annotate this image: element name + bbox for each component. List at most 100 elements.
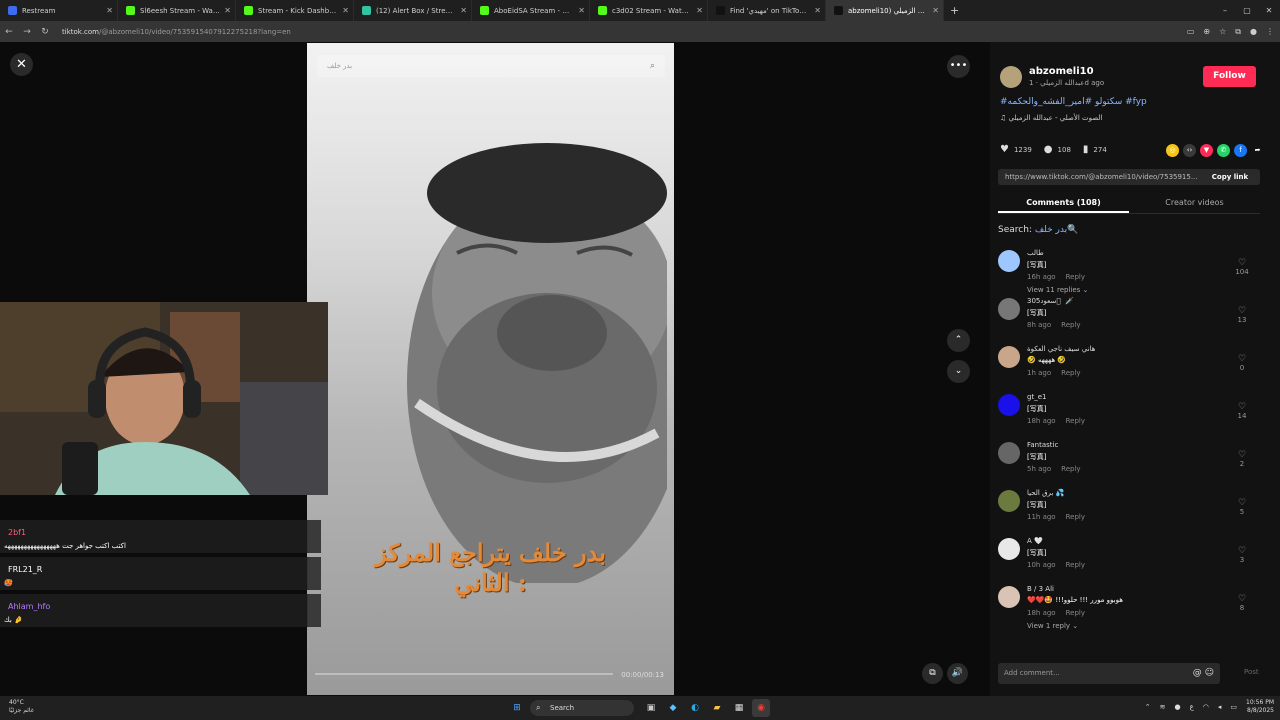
clock[interactable]: 10:56 PM 8/8/2025: [1246, 699, 1274, 715]
browser-tab[interactable]: Find 'ﻣﻬﻴﺪﻱ' on TikTok | TikTo ✕: [708, 0, 826, 21]
search-query-link[interactable]: بدر خلف: [1035, 225, 1067, 235]
tab-close-icon[interactable]: ✕: [814, 6, 821, 15]
music-line[interactable]: ♫ الصوت الأصلي - عبدالله الزميلي: [1000, 114, 1102, 122]
next-video-button[interactable]: ⌄: [947, 360, 970, 383]
browser-tab[interactable]: Sl6eesh Stream - Watch Live o ✕: [118, 0, 236, 21]
battery-icon[interactable]: ▭: [1230, 703, 1237, 711]
tray-chevron-icon[interactable]: ⌃: [1145, 703, 1151, 711]
wifi-icon[interactable]: ◠: [1203, 703, 1209, 711]
commenter-name[interactable]: B / 3 Ali: [1027, 585, 1054, 593]
commenter-avatar[interactable]: [998, 346, 1020, 368]
tab-close-icon[interactable]: ✕: [342, 6, 349, 15]
comment-like[interactable]: ♡ 8: [1232, 594, 1252, 612]
commenter-avatar[interactable]: [998, 586, 1020, 608]
browser-tab[interactable]: Restream ✕: [0, 0, 118, 21]
mention-emoji-icons[interactable]: @ ☺: [1193, 663, 1214, 684]
creator-avatar[interactable]: [1000, 66, 1022, 88]
previous-video-button[interactable]: ⌃: [947, 329, 970, 352]
copy-link-button[interactable]: Copy link: [1200, 169, 1260, 185]
commenter-name[interactable]: A 🤍: [1027, 537, 1043, 545]
comment-like[interactable]: ♡ 13: [1232, 306, 1252, 324]
video-link-field[interactable]: https://www.tiktok.com/@abzomeli10/video…: [998, 169, 1260, 185]
tab-creator-videos[interactable]: Creator videos: [1129, 194, 1260, 213]
file-explorer-icon[interactable]: ▰: [708, 699, 726, 717]
copilot-icon[interactable]: ◆: [664, 699, 682, 717]
mini-player-button[interactable]: ⧉: [922, 663, 943, 684]
reply-button[interactable]: Reply: [1066, 561, 1085, 569]
tab-comments[interactable]: Comments (108): [998, 194, 1129, 213]
comment-search-line[interactable]: Search: بدر خلف🔍: [998, 225, 1078, 235]
video-progress-bar[interactable]: [315, 673, 613, 675]
edge-icon[interactable]: ◐: [686, 699, 704, 717]
menu-icon[interactable]: ⋮: [1266, 27, 1274, 36]
input-language[interactable]: ع: [1190, 703, 1194, 711]
tab-close-icon[interactable]: ✕: [106, 6, 113, 15]
like-stat[interactable]: ♥ 1239: [1000, 144, 1032, 155]
creator-username[interactable]: abzomeli10: [1029, 66, 1094, 77]
post-button[interactable]: Post: [1244, 668, 1259, 676]
facebook-icon[interactable]: f: [1234, 144, 1247, 157]
view-replies-link[interactable]: View 11 replies ⌄: [1027, 286, 1088, 294]
url-field[interactable]: tiktok.com/@abzomeli10/video/75359154079…: [62, 24, 1132, 39]
send-icon[interactable]: ▼: [1200, 144, 1213, 157]
repost-icon[interactable]: ◎: [1166, 144, 1179, 157]
commenter-avatar[interactable]: [998, 298, 1020, 320]
taskbar-search[interactable]: ⌕ Search: [530, 700, 634, 716]
maximize-icon[interactable]: ▢: [1236, 0, 1258, 21]
browser-tab[interactable]: Stream - Kick Dashboard ✕: [236, 0, 354, 21]
comment-like[interactable]: ♡ 2: [1232, 450, 1252, 468]
minimize-icon[interactable]: –: [1214, 0, 1236, 21]
tab-close-icon[interactable]: ✕: [578, 6, 585, 15]
start-icon[interactable]: ⊞: [508, 699, 526, 717]
comment-like[interactable]: ♡ 14: [1232, 402, 1252, 420]
reply-button[interactable]: Reply: [1061, 369, 1080, 377]
store-icon[interactable]: ▦: [730, 699, 748, 717]
reply-button[interactable]: Reply: [1061, 465, 1080, 473]
task-view-icon[interactable]: ▣: [642, 699, 660, 717]
whatsapp-icon[interactable]: ✆: [1217, 144, 1230, 157]
weather-widget[interactable]: 40°C غائم جزئيًا: [9, 699, 34, 715]
close-window-icon[interactable]: ✕: [1258, 0, 1280, 21]
comment-like[interactable]: ♡ 104: [1232, 258, 1252, 276]
comment-stat[interactable]: ● 108: [1044, 144, 1071, 155]
profile-icon[interactable]: ●: [1250, 27, 1257, 36]
follow-button[interactable]: Follow: [1203, 66, 1256, 87]
share-arrow-icon[interactable]: ➦: [1251, 144, 1264, 157]
commenter-avatar[interactable]: [998, 442, 1020, 464]
chrome-icon[interactable]: ◉: [752, 699, 770, 717]
search-icon[interactable]: ⌕: [650, 55, 655, 77]
reload-icon[interactable]: ↻: [36, 27, 54, 37]
commenter-name[interactable]: ﺑﺮﻕ ﺍﻟﺤﻴﺎ 💦: [1027, 489, 1064, 497]
reply-button[interactable]: Reply: [1066, 273, 1085, 281]
comment-input[interactable]: Add comment... @ ☺: [998, 663, 1220, 684]
video-player[interactable]: بدر خلف ⌕ بدر خلف يتراجع المركز الثاني :…: [307, 43, 674, 695]
browser-tab[interactable]: c3d02 Stream - Watch Live on ✕: [590, 0, 708, 21]
extensions-icon[interactable]: ⧉: [1235, 27, 1241, 37]
commenter-name[interactable]: 305ﺳﻌﻮﺩ 🏽 🗡️: [1027, 297, 1074, 305]
video-hashtags[interactable]: #سكتولو #امير_الفشه_والحكمه #fyp: [1000, 97, 1147, 107]
browser-tab[interactable]: AboEidSA Stream - Watch Live ✕: [472, 0, 590, 21]
commenter-name[interactable]: ﻫﺎﻧﻲ ﺳﻴﻒ ﻧﺎﺟﻲ ﺍﻟﻌﻜﻮﺓ: [1027, 345, 1095, 353]
close-button[interactable]: ✕: [10, 53, 33, 76]
volume-button[interactable]: 🔊: [947, 663, 968, 684]
zoom-icon[interactable]: ⊕: [1203, 27, 1210, 36]
forward-icon[interactable]: →: [18, 27, 36, 37]
video-search-input[interactable]: بدر خلف ⌕: [317, 55, 665, 77]
comment-like[interactable]: ♡ 0: [1232, 354, 1252, 372]
volume-icon[interactable]: ◂: [1218, 703, 1222, 711]
commenter-avatar[interactable]: [998, 490, 1020, 512]
commenter-name[interactable]: ﻃﺎﻟﺐ: [1027, 249, 1044, 257]
commenter-name[interactable]: Fantastic: [1027, 441, 1058, 449]
tab-close-icon[interactable]: ✕: [224, 6, 231, 15]
browser-tab[interactable]: (12) Alert Box / Streamlabs✕: [354, 0, 472, 21]
tab-close-icon[interactable]: ✕: [696, 6, 703, 15]
comment-like[interactable]: ♡ 5: [1232, 498, 1252, 516]
tab-close-icon[interactable]: ✕: [932, 6, 939, 15]
comment-like[interactable]: ♡ 3: [1232, 546, 1252, 564]
microphone-icon[interactable]: ●: [1174, 703, 1180, 711]
embed-icon[interactable]: ‹›: [1183, 144, 1196, 157]
commenter-name[interactable]: gt_e1: [1027, 393, 1046, 401]
reply-button[interactable]: Reply: [1061, 321, 1080, 329]
back-icon[interactable]: ←: [0, 27, 18, 37]
commenter-avatar[interactable]: [998, 538, 1020, 560]
